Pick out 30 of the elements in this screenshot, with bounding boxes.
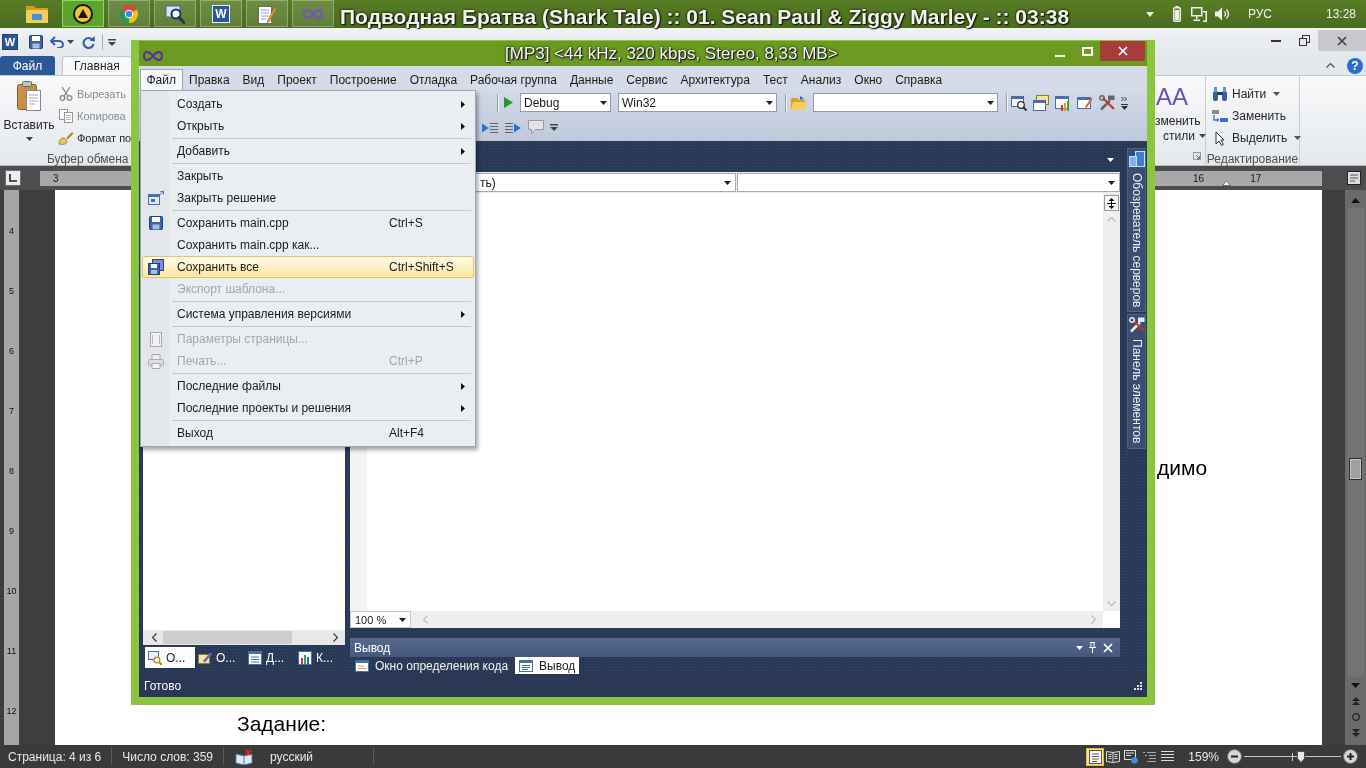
ruler-number: 8 [9,466,14,476]
ruler-number: 16 [1193,172,1205,184]
audio-format-text: [MP3] <44 kHz, 320 kbps, Stereo, 8,33 MB> [505,44,838,64]
ruler-number: 11 [6,646,17,656]
keyboard-shortcut: Ctrl+P [389,354,423,368]
document-text: Задание: [237,712,327,736]
document-text: димо [1157,456,1208,480]
double-letter-icon: AA [1155,83,1188,111]
keyboard-shortcut: Ctrl+Shift+S [389,260,454,274]
word-count: Число слов: 359 [122,749,213,764]
keyboard-shortcut: Ctrl+S [389,216,423,230]
ruler-number: 3 [53,172,59,184]
page-indicator: Страница: 4 из 6 [8,749,102,764]
ruler-number: 6 [9,346,14,356]
panel-title: Вывод [354,640,391,655]
ruler-number: 5 [9,286,14,296]
ruler-number: 4 [9,226,14,236]
zoom-level: 159% [1188,749,1219,764]
ruler-number: 9 [9,526,14,536]
letter-tile-icon: W [212,4,230,23]
now-playing-title: Подводная Братва (Shark Tale) :: 01. Sean Paul & Ziggy Marley - :: 03:38 [340,5,1070,29]
ruler-number: 17 [1250,172,1262,184]
status-text: Готово [144,678,182,693]
group-label: Редактирование [1206,150,1299,168]
ruler-number: 7 [9,406,14,416]
language-indicator: русский [270,749,314,764]
ruler-number: 10 [6,586,17,596]
keyboard-shortcut: Alt+F4 [389,426,424,440]
ruler-number: 12 [6,706,17,716]
group-label: Буфер обмена [46,150,130,168]
